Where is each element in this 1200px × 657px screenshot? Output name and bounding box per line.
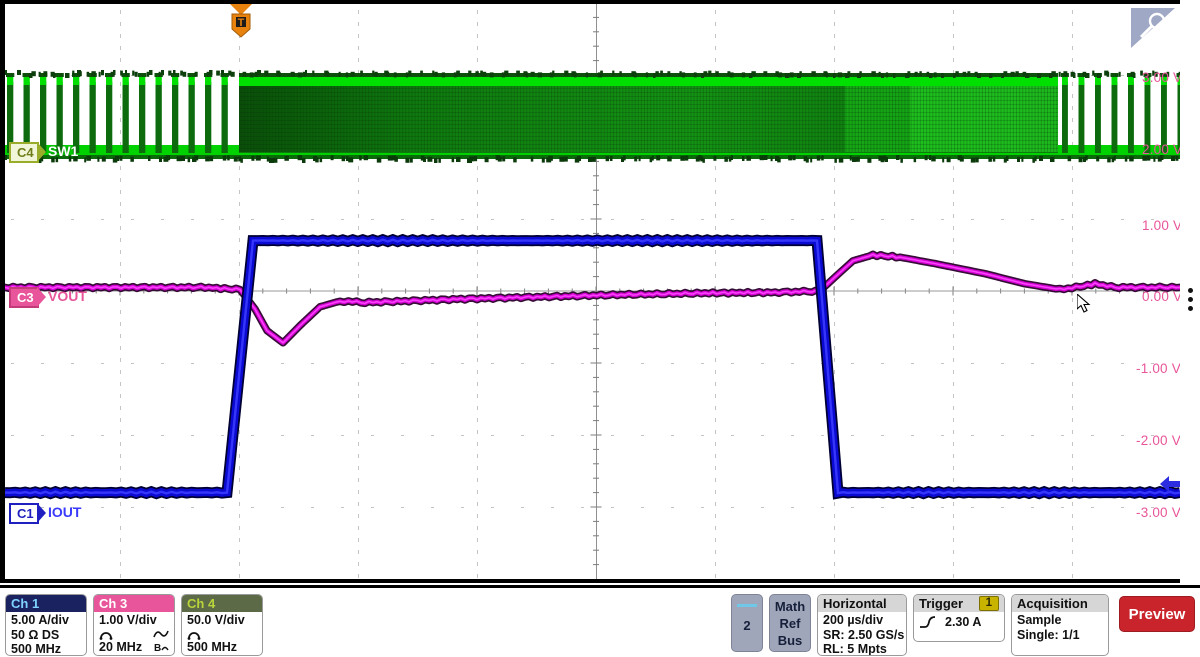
horizontal-timebase: 200 µs/div — [823, 613, 901, 628]
digital-count: 2 — [732, 618, 762, 633]
ch4-card-header: Ch 4 — [182, 595, 262, 612]
ch4-title: Ch 4 — [187, 596, 215, 611]
ch3-scale: 1.00 V/div — [99, 613, 169, 628]
v-label-neg1v: -1.00 V — [1136, 361, 1180, 376]
preview-button[interactable]: Preview — [1119, 596, 1195, 632]
trigger-settings-card[interactable]: Trigger 1 2.30 A — [913, 594, 1005, 642]
acquisition-settings-card[interactable]: Acquisition Sample Single: 1/1 — [1011, 594, 1109, 656]
mouse-cursor — [1077, 294, 1091, 313]
ch3-ac-coupling-icon — [153, 628, 169, 640]
acquisition-sequence: Single: 1/1 — [1017, 628, 1103, 643]
ch3-card-header: Ch 3 — [94, 595, 174, 612]
ch3-bandwidth: 20 MHz — [99, 640, 142, 655]
channel-badge-c3-label: C3 — [17, 290, 34, 305]
v-label-2v: 2.00 V — [1142, 142, 1180, 157]
preview-label: Preview — [1129, 606, 1186, 623]
waveform-graticule[interactable]: 3.00 V 2.00 V 1.00 V 0.00 V -1.00 V -2.0… — [0, 0, 1180, 583]
oscilloscope-screen: 3.00 V 2.00 V 1.00 V 0.00 V -1.00 V -2.0… — [0, 0, 1200, 657]
v-label-0v: 0.00 V — [1142, 289, 1180, 304]
v-label-neg3v: -3.00 V — [1136, 505, 1180, 520]
v-label-1v: 1.00 V — [1142, 218, 1180, 233]
ch4-scale: 50.0 V/div — [187, 613, 257, 628]
ch3-coupling-icon — [99, 628, 113, 640]
ch1-coupling: 50 Ω DS — [11, 628, 81, 643]
trigger-rising-edge-icon — [919, 615, 937, 629]
trigger-level: 2.30 A — [945, 615, 981, 630]
ch3-settings-card[interactable]: Ch 3 1.00 V/div 20 MHz B — [93, 594, 175, 656]
zoom-area-icon[interactable] — [1131, 8, 1175, 48]
status-bar: Ch 1 5.00 A/div 50 Ω DS 500 MHz Ch 3 1.0… — [0, 585, 1200, 657]
trigger-card-header: Trigger 1 — [914, 595, 1004, 612]
more-options-dot[interactable] — [1188, 297, 1193, 302]
ch1-ground-marker-icon[interactable] — [1160, 474, 1180, 494]
more-options-dot[interactable] — [1188, 306, 1193, 311]
channel-badge-c3[interactable]: C3 — [9, 287, 39, 308]
bus-label: Bus — [770, 632, 810, 649]
ch1-title: Ch 1 — [11, 596, 39, 611]
ch3-bandwidth-limit-icon: B — [154, 641, 169, 653]
channel-badge-c1[interactable]: C1 — [9, 503, 39, 524]
ch1-settings-card[interactable]: Ch 1 5.00 A/div 50 Ω DS 500 MHz — [5, 594, 87, 656]
acquisition-title: Acquisition — [1017, 596, 1088, 611]
v-label-neg2v: -2.00 V — [1136, 433, 1180, 448]
channel-label-vout: VOUT — [48, 288, 87, 304]
more-options-dot[interactable] — [1188, 288, 1193, 293]
ch3-title: Ch 3 — [99, 596, 127, 611]
ch1-bandwidth: 500 MHz — [11, 642, 81, 656]
v-label-3v: 3.00 V — [1142, 70, 1180, 85]
trace-iout — [5, 4, 1180, 579]
trigger-title: Trigger — [919, 595, 963, 612]
horizontal-settings-card[interactable]: Horizontal 200 µs/div SR: 2.50 GS/s RL: … — [817, 594, 907, 656]
channel-label-iout: IOUT — [48, 504, 81, 520]
channel-badge-c1-label: C1 — [17, 506, 34, 521]
acquisition-card-header: Acquisition — [1012, 595, 1108, 612]
horizontal-sample-rate: SR: 2.50 GS/s — [823, 628, 901, 643]
channel-badge-c4-label: C4 — [17, 145, 34, 160]
digital-color-swatch — [737, 604, 757, 607]
channel-label-sw1: SW1 — [48, 143, 78, 159]
channel-badge-c4[interactable]: C4 — [9, 142, 39, 163]
horizontal-record-length: RL: 5 Mpts — [823, 642, 901, 656]
trigger-source-badge[interactable]: 1 — [979, 596, 999, 611]
digital-channels-button[interactable]: 2 — [731, 594, 763, 652]
horizontal-card-header: Horizontal — [818, 595, 906, 612]
math-label: Math — [770, 598, 810, 615]
ch1-scale: 5.00 A/div — [11, 613, 81, 628]
ch4-bandwidth: 500 MHz — [187, 640, 257, 655]
svg-text:B: B — [154, 643, 161, 653]
horizontal-title: Horizontal — [823, 596, 887, 611]
ref-label: Ref — [770, 615, 810, 632]
ch4-settings-card[interactable]: Ch 4 50.0 V/div 500 MHz — [181, 594, 263, 656]
ch1-card-header: Ch 1 — [6, 595, 86, 612]
ch4-coupling-icon — [187, 628, 201, 640]
acquisition-mode: Sample — [1017, 613, 1103, 628]
trigger-position-marker[interactable]: T — [230, 4, 252, 38]
svg-text:T: T — [238, 17, 245, 29]
math-ref-bus-button[interactable]: Math Ref Bus — [769, 594, 811, 652]
